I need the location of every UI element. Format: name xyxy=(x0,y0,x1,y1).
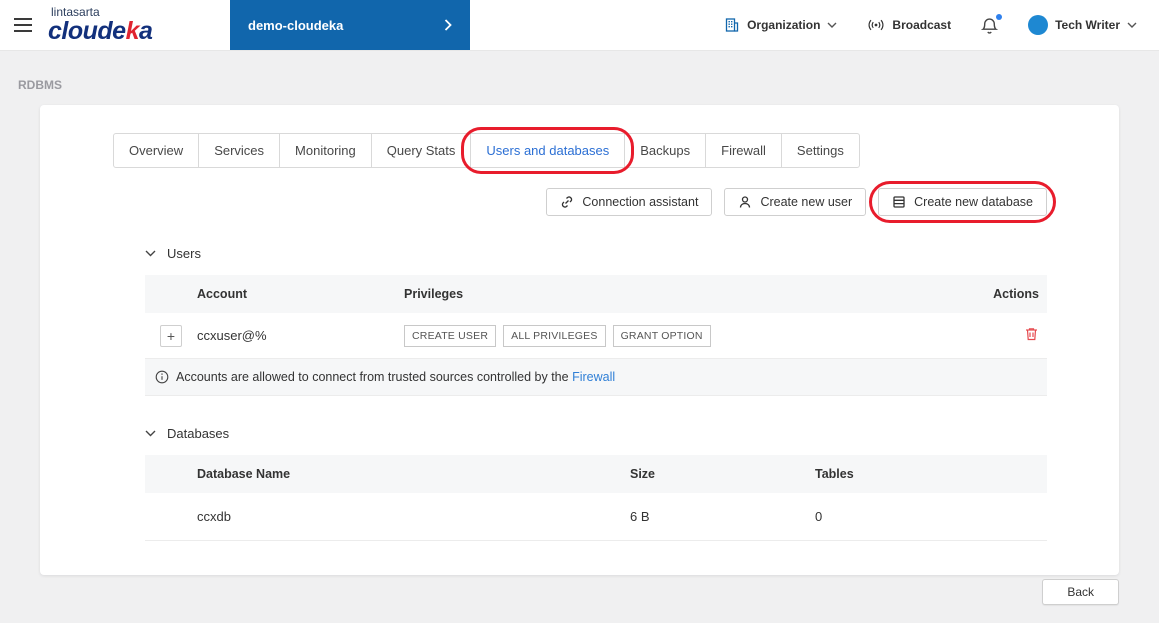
expand-row-button[interactable]: + xyxy=(160,324,182,347)
privileges-cell: CREATE USER ALL PRIVILEGES GRANT OPTION xyxy=(404,324,967,347)
column-tables: Tables xyxy=(815,467,854,481)
users-section-toggle[interactable]: Users xyxy=(145,246,1047,261)
database-icon xyxy=(892,195,906,209)
column-privileges: Privileges xyxy=(404,287,464,301)
tab-monitoring[interactable]: Monitoring xyxy=(279,133,372,168)
organization-icon xyxy=(724,17,740,33)
column-database-name: Database Name xyxy=(197,467,291,481)
top-bar: lintasarta cloudeka demo-cloudeka Organi… xyxy=(0,0,1159,51)
privilege-chip: CREATE USER xyxy=(404,324,497,347)
users-section-title: Users xyxy=(167,246,201,261)
back-button[interactable]: Back xyxy=(1042,579,1119,605)
firewall-info-row: Accounts are allowed to connect from tru… xyxy=(145,359,1047,396)
user-name: Tech Writer xyxy=(1055,18,1120,32)
chevron-down-icon xyxy=(145,430,156,437)
broadcast-icon xyxy=(867,18,885,32)
databases-table-header: Database Name Size Tables xyxy=(145,455,1047,493)
delete-user-button[interactable] xyxy=(1024,326,1039,342)
database-name-cell: ccxdb xyxy=(197,509,231,524)
organization-menu[interactable]: Organization xyxy=(724,17,837,33)
privilege-chip: ALL PRIVILEGES xyxy=(503,324,606,347)
notifications-bell-icon[interactable] xyxy=(981,14,1003,35)
hamburger-menu-icon[interactable] xyxy=(0,0,44,50)
cloudeka-logo: cloudeka xyxy=(48,17,153,45)
tab-bar: Overview Services Monitoring Query Stats… xyxy=(113,127,1047,174)
page-title: RDBMS xyxy=(18,78,62,92)
broadcast-label: Broadcast xyxy=(892,18,952,32)
column-size: Size xyxy=(630,467,656,481)
privilege-chip: GRANT OPTION xyxy=(612,324,711,347)
tab-firewall[interactable]: Firewall xyxy=(705,133,782,168)
user-menu[interactable]: Tech Writer xyxy=(1028,15,1137,35)
column-account: Account xyxy=(197,287,247,301)
chevron-down-icon xyxy=(1127,22,1137,28)
broadcast-menu[interactable]: Broadcast xyxy=(867,18,951,32)
avatar xyxy=(1028,15,1049,35)
organization-label: Organization xyxy=(747,18,821,32)
account-cell: ccxuser@% xyxy=(197,328,267,343)
chevron-right-icon xyxy=(444,19,452,31)
users-table-header: Account Privileges Actions xyxy=(145,275,1047,313)
tab-query-stats[interactable]: Query Stats xyxy=(370,133,472,168)
table-row: ccxdb 6 B 0 xyxy=(145,493,1047,541)
tab-backups[interactable]: Backups xyxy=(624,133,707,168)
users-section: Users Account Privileges Actions + ccxus… xyxy=(145,246,1047,396)
brand-logo: lintasarta cloudeka xyxy=(48,0,200,50)
tab-overview[interactable]: Overview xyxy=(113,133,200,168)
chevron-down-icon xyxy=(827,22,837,28)
user-plus-icon xyxy=(738,195,752,209)
connection-assistant-icon xyxy=(560,195,574,209)
databases-section-title: Databases xyxy=(167,426,230,441)
info-icon xyxy=(155,370,169,384)
firewall-link[interactable]: Firewall xyxy=(572,370,615,384)
databases-section-toggle[interactable]: Databases xyxy=(145,426,1047,441)
create-new-user-button[interactable]: Create new user xyxy=(724,188,867,216)
chevron-down-icon xyxy=(145,250,156,257)
rdbms-card: Overview Services Monitoring Query Stats… xyxy=(40,105,1119,575)
tab-services[interactable]: Services xyxy=(198,133,281,168)
database-tables-cell: 0 xyxy=(815,509,823,524)
column-actions: Actions xyxy=(993,287,1039,301)
connection-assistant-button[interactable]: Connection assistant xyxy=(546,188,713,216)
project-name: demo-cloudeka xyxy=(248,17,344,33)
toolbar: Connection assistant Create new user Cre… xyxy=(113,181,1056,223)
create-new-database-button[interactable]: Create new database xyxy=(869,181,1056,223)
notification-dot xyxy=(996,14,1003,20)
project-selector[interactable]: demo-cloudeka xyxy=(230,0,470,50)
info-text: Accounts are allowed to connect from tru… xyxy=(176,370,616,384)
tab-settings[interactable]: Settings xyxy=(780,133,860,168)
database-size-cell: 6 B xyxy=(630,509,650,524)
databases-section: Databases Database Name Size Tables ccxd… xyxy=(145,426,1047,541)
tab-users-and-databases[interactable]: Users and databases xyxy=(461,127,635,174)
table-row: + ccxuser@% CREATE USER ALL PRIVILEGES G… xyxy=(145,313,1047,359)
